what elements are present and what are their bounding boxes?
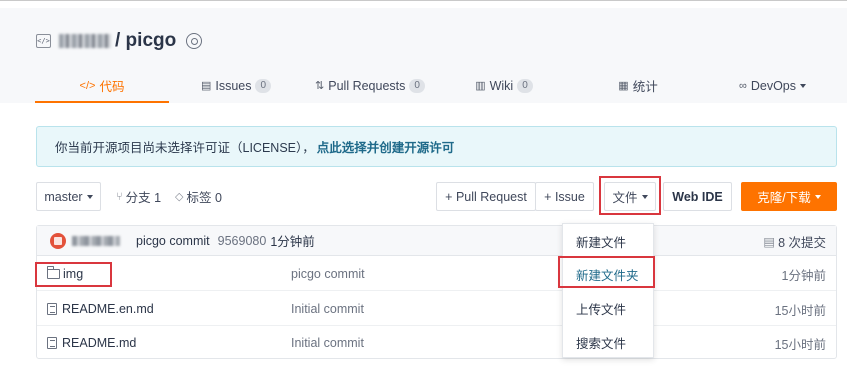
- file-time: 15小时前: [774, 303, 826, 318]
- file-time: 15小时前: [774, 337, 826, 352]
- file-time: 1分钟前: [781, 268, 826, 283]
- new-issue-button[interactable]: + Issue: [535, 182, 594, 211]
- commit-message[interactable]: picgo commit: [136, 234, 210, 248]
- infinity-icon: ∞: [739, 79, 747, 92]
- file-table: picgo commit 9569080 1分钟前 ▤ 8 次提交 img pi…: [36, 225, 837, 359]
- chart-icon: ▦: [618, 80, 629, 92]
- file-icon: [47, 337, 57, 349]
- menu-item-search-file[interactable]: 搜索文件: [563, 325, 653, 359]
- tab-devops[interactable]: ∞ DevOps: [705, 68, 840, 103]
- repo-tabs: </> 代码 ▤ Issues 0 ⇅ Pull Requests 0 ▥ Wi…: [35, 68, 840, 103]
- file-commit-message[interactable]: picgo commit: [291, 257, 365, 291]
- branch-label: master: [44, 189, 83, 204]
- notice-text: 你当前开源项目尚未选择许可证（LICENSE），: [55, 141, 315, 155]
- tab-label: Wiki: [489, 78, 514, 93]
- tab-label: DevOps: [750, 78, 796, 93]
- chevron-down-icon: [86, 194, 93, 199]
- file-commit-message[interactable]: Initial commit: [291, 292, 364, 326]
- top-border: [0, 0, 847, 8]
- table-row[interactable]: img picgo commit 1分钟前: [37, 257, 836, 291]
- img-folder-highlight-box: [35, 262, 112, 287]
- clone-download-button[interactable]: 克隆/下载: [741, 182, 837, 211]
- latest-commit-row: picgo commit 9569080 1分钟前 ▤ 8 次提交: [37, 226, 836, 256]
- menu-item-new-file[interactable]: 新建文件: [563, 224, 653, 258]
- web-ide-button[interactable]: Web IDE: [663, 182, 732, 211]
- repo-name[interactable]: / picgo: [115, 30, 176, 52]
- repo-header: </> / picgo </> 代码 ▤ Issues 0 ⇅ Pull Req…: [0, 8, 847, 103]
- code-repo-icon: </>: [36, 34, 51, 48]
- branch-select[interactable]: master: [36, 182, 101, 211]
- file-name[interactable]: README.en.md: [47, 292, 154, 326]
- wiki-icon: ▥: [475, 80, 486, 92]
- chevron-down-icon: [800, 83, 806, 88]
- license-notice: 你当前开源项目尚未选择许可证（LICENSE）， 点此选择并创建开源许可: [36, 126, 837, 167]
- repo-toolbar: master ⑂ 分支 1 ◇ 标签 0 + Pull Request + Is…: [36, 182, 837, 211]
- badge-icon[interactable]: [186, 33, 203, 49]
- tab-label: 统计: [632, 80, 658, 94]
- file-name-label: README.en.md: [62, 302, 154, 316]
- commit-count-label: 8 次提交: [778, 235, 826, 250]
- tab-stats[interactable]: ▦ 统计: [571, 68, 705, 103]
- tab-label: 代码: [99, 80, 125, 94]
- chevron-down-icon: [814, 194, 821, 199]
- count-badge: 0: [517, 78, 533, 93]
- branch-count[interactable]: ⑂ 分支 1: [116, 182, 161, 211]
- file-icon: [47, 303, 57, 315]
- tag-count[interactable]: ◇ 标签 0: [175, 182, 222, 211]
- file-name[interactable]: README.md: [47, 326, 136, 360]
- commit-time: 1分钟前: [270, 235, 315, 249]
- count-badge: 0: [255, 78, 272, 93]
- branch-count-label: 分支 1: [125, 191, 162, 205]
- tag-count-label: 标签 0: [186, 191, 222, 205]
- tab-issues[interactable]: ▤ Issues 0: [169, 68, 303, 103]
- commits-icon: ▤: [763, 234, 776, 249]
- file-menu-highlight-box: [599, 176, 661, 215]
- count-badge: 0: [409, 78, 425, 93]
- commit-hash[interactable]: 9569080: [218, 234, 267, 248]
- create-license-link[interactable]: 点此选择并创建开源许可: [317, 137, 455, 156]
- file-commit-message[interactable]: Initial commit: [291, 326, 364, 360]
- owner-name-redacted[interactable]: [59, 34, 111, 48]
- branch-icon: ⑂: [116, 190, 123, 203]
- tab-label: Pull Requests: [328, 78, 406, 93]
- tab-code[interactable]: </> 代码: [35, 68, 169, 103]
- commit-count[interactable]: ▤ 8 次提交: [763, 226, 826, 256]
- tag-icon: ◇: [175, 191, 184, 203]
- repo-title: </> / picgo: [36, 30, 203, 52]
- file-menu-dropdown: 新建文件 新建文件夹 上传文件 搜索文件: [562, 223, 654, 358]
- new-pull-request-button[interactable]: + Pull Request: [436, 182, 536, 211]
- avatar[interactable]: [50, 232, 66, 249]
- table-row[interactable]: README.en.md Initial commit 15小时前: [37, 292, 836, 326]
- clone-download-label: 克隆/下载: [757, 191, 811, 205]
- tab-label: Issues: [215, 78, 252, 93]
- menu-item-upload-file[interactable]: 上传文件: [563, 291, 653, 325]
- pull-request-icon: ⇅: [315, 80, 325, 92]
- new-folder-highlight-box: [558, 256, 655, 288]
- commit-author-redacted[interactable]: [72, 235, 120, 246]
- tab-pull-requests[interactable]: ⇅ Pull Requests 0: [303, 68, 437, 103]
- table-row[interactable]: README.md Initial commit 15小时前: [37, 326, 836, 360]
- code-icon: </>: [79, 79, 96, 92]
- tab-wiki[interactable]: ▥ Wiki 0: [437, 68, 571, 103]
- file-name-label: README.md: [62, 336, 137, 350]
- issues-icon: ▤: [200, 80, 212, 92]
